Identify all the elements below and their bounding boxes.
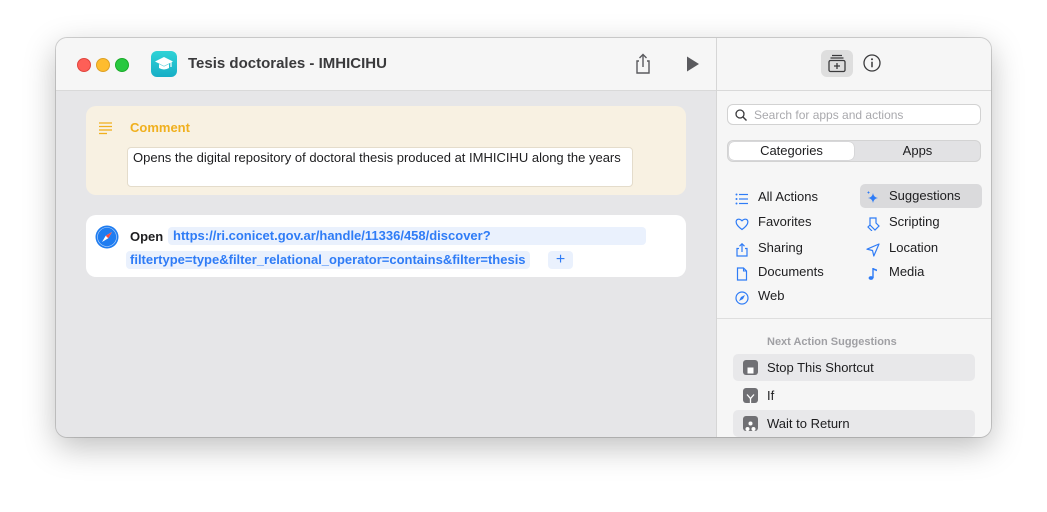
close-window-button[interactable]: [77, 58, 91, 72]
category-label: Suggestions: [889, 188, 961, 203]
category-scripting[interactable]: Scripting: [860, 210, 982, 234]
shortcut-window: Tesis doctorales - IMHICIHU Comment Open…: [56, 38, 991, 437]
next-action-suggestions-header: Next Action Suggestions: [767, 336, 897, 348]
category-media[interactable]: Media: [860, 260, 982, 284]
music-note-icon: [866, 265, 880, 289]
suggestion-wait-to-return[interactable]: Wait to Return: [733, 410, 975, 437]
suggestion-if[interactable]: If: [733, 382, 975, 409]
search-input[interactable]: [754, 106, 974, 123]
suggestion-stop-this-shortcut[interactable]: Stop This Shortcut: [733, 354, 975, 381]
open-url-action[interactable]: Open https://ri.conicet.gov.ar/handle/11…: [86, 215, 686, 277]
minimize-window-button[interactable]: [96, 58, 110, 72]
suggestion-label: Wait to Return: [767, 416, 850, 431]
category-favorites[interactable]: Favorites: [729, 210, 849, 234]
compass-icon: [735, 289, 749, 313]
comment-text-field[interactable]: Opens the digital repository of doctoral…: [127, 147, 633, 187]
action-library-button[interactable]: [821, 50, 853, 77]
safari-compass-icon: [95, 225, 119, 254]
category-web[interactable]: Web: [729, 284, 849, 308]
window-title: Tesis doctorales - IMHICIHU: [188, 55, 387, 72]
sidebar-title-bar: [717, 38, 991, 91]
segment-categories[interactable]: Categories: [729, 142, 854, 160]
category-documents[interactable]: Documents: [729, 260, 849, 284]
category-label: Scripting: [889, 214, 940, 229]
sidebar-divider: [717, 318, 991, 319]
add-url-button[interactable]: +: [548, 251, 573, 269]
lines-icon: [99, 121, 113, 140]
segment-apps[interactable]: Apps: [855, 142, 980, 160]
search-icon: [735, 109, 747, 121]
graduation-cap-icon: [151, 51, 177, 77]
url-token-line-2[interactable]: filtertype=type&filter_relational_operat…: [126, 251, 530, 269]
category-label: Media: [889, 264, 925, 279]
if-branch-icon: [743, 388, 758, 403]
info-icon[interactable]: [863, 54, 881, 77]
wait-icon: [743, 416, 758, 431]
comment-label: Comment: [130, 120, 190, 135]
categories-apps-toggle: Categories Apps: [727, 140, 981, 162]
search-field[interactable]: [727, 104, 981, 125]
url-token-line-1[interactable]: https://ri.conicet.gov.ar/handle/11336/4…: [168, 227, 646, 245]
shortcut-editor: Comment Opens the digital repository of …: [56, 91, 716, 437]
category-label: Location: [889, 240, 939, 255]
category-label: All Actions: [758, 189, 818, 204]
share-icon[interactable]: [634, 53, 652, 80]
category-suggestions[interactable]: Suggestions: [860, 184, 982, 208]
suggestion-label: Stop This Shortcut: [767, 360, 874, 375]
comment-action[interactable]: Comment Opens the digital repository of …: [86, 106, 686, 195]
category-label: Documents: [758, 264, 824, 279]
category-sharing[interactable]: Sharing: [729, 236, 849, 260]
category-label: Favorites: [758, 214, 812, 229]
suggestion-label: If: [767, 388, 775, 403]
action-library-sidebar: Categories Apps All Actions Suggestions: [716, 38, 991, 437]
category-all-actions[interactable]: All Actions: [729, 185, 849, 209]
category-location[interactable]: Location: [860, 236, 982, 260]
title-bar: Tesis doctorales - IMHICIHU: [56, 38, 716, 91]
category-label: Web: [758, 288, 785, 303]
category-label: Sharing: [758, 240, 803, 255]
zoom-window-button[interactable]: [115, 58, 129, 72]
open-label: Open: [130, 229, 164, 244]
play-icon[interactable]: [685, 55, 701, 78]
stop-icon: [743, 360, 758, 375]
